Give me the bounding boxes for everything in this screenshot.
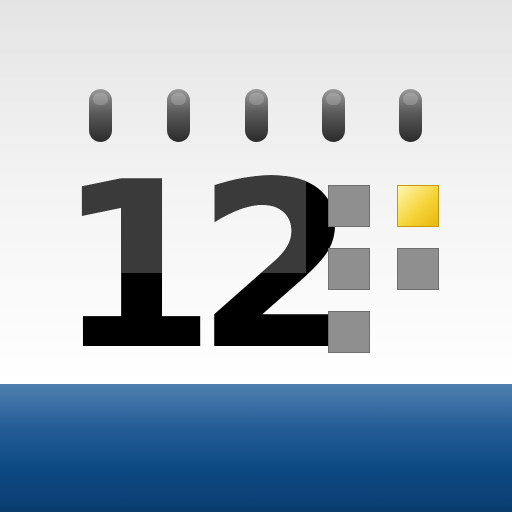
calendar-app-icon[interactable]: 12 12 bbox=[0, 0, 512, 512]
day-number-upper-shade: 12 bbox=[56, 176, 306, 273]
bottom-blue-band bbox=[0, 384, 512, 512]
day-square bbox=[328, 311, 370, 353]
highlighted-day-square bbox=[397, 185, 439, 227]
day-square bbox=[328, 185, 370, 227]
day-square bbox=[328, 248, 370, 290]
binding-rings bbox=[0, 0, 512, 150]
binding-ring-icon bbox=[399, 89, 422, 142]
day-square bbox=[397, 248, 439, 290]
